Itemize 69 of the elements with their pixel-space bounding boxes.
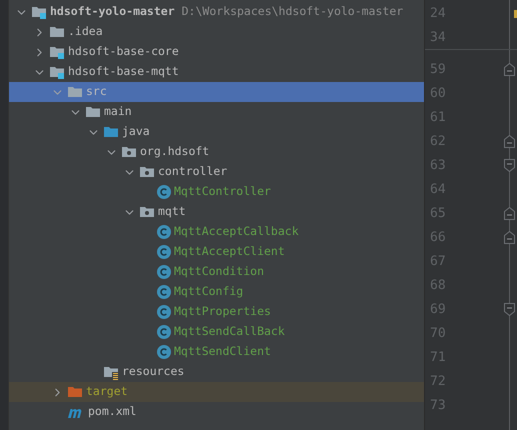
tree-row[interactable]: hdsoft-base-mqtt — [9, 62, 424, 82]
module-folder-icon — [49, 44, 65, 60]
tree-row[interactable]: hdsoft-yolo-master D:\Workspaces\hdsoft-yolo-master — [9, 2, 424, 22]
class-icon — [157, 245, 171, 259]
item-name: pom.xml — [88, 403, 136, 420]
class-icon — [157, 265, 171, 279]
item-name: org.hdsoft — [140, 143, 210, 160]
class-icon — [157, 345, 171, 359]
tree-row[interactable]: MqttSendCallBack — [9, 322, 424, 342]
item-name: MqttSendCallBack — [174, 323, 285, 340]
item-name: MqttSendClient — [174, 343, 271, 360]
item-name: mqtt — [158, 203, 186, 220]
package-icon — [139, 204, 155, 220]
tree-row[interactable]: MqttAcceptCallback — [9, 222, 424, 242]
tree-row[interactable]: hdsoft-base-core — [9, 42, 424, 62]
fold-marker-icon[interactable] — [504, 135, 515, 148]
item-name: MqttAcceptClient — [174, 243, 285, 260]
resources-folder-icon — [103, 364, 119, 380]
fold-marker-icon[interactable] — [504, 303, 515, 316]
fold-marker-icon[interactable] — [504, 159, 515, 172]
item-name: .idea — [68, 23, 103, 40]
module-folder-icon — [49, 64, 65, 80]
class-icon — [157, 325, 171, 339]
project-path: D:\Workspaces\hdsoft-yolo-master — [182, 3, 404, 20]
class-icon — [157, 225, 171, 239]
class-icon — [157, 305, 171, 319]
class-icon — [157, 285, 171, 299]
fold-marker-icon[interactable] — [504, 207, 515, 220]
tree-row[interactable]: mqtt — [9, 202, 424, 222]
item-name: MqttProperties — [174, 303, 271, 320]
tree-row[interactable]: target — [9, 382, 424, 402]
item-name: hdsoft-base-core — [68, 43, 179, 60]
tree-row[interactable]: MqttCondition — [9, 262, 424, 282]
module-folder-icon — [31, 4, 47, 20]
item-name: MqttAcceptCallback — [174, 223, 299, 240]
folder-icon — [49, 24, 65, 40]
class-icon — [157, 185, 171, 199]
folder-icon — [85, 104, 101, 120]
tree-row[interactable]: MqttAcceptClient — [9, 242, 424, 262]
fold-marker-icon[interactable] — [504, 231, 515, 244]
item-name: MqttController — [174, 183, 271, 200]
item-name: hdsoft-base-mqtt — [68, 63, 179, 80]
tree-row[interactable]: pom.xml — [9, 402, 424, 422]
tree-row[interactable]: MqttSendClient — [9, 342, 424, 362]
tree-row[interactable]: resources — [9, 362, 424, 382]
tree-row[interactable]: MqttConfig — [9, 282, 424, 302]
tree-row[interactable]: java — [9, 122, 424, 142]
tree-row[interactable]: org.hdsoft — [9, 142, 424, 162]
tree-row[interactable]: controller — [9, 162, 424, 182]
change-marker — [514, 10, 517, 18]
item-name: controller — [158, 163, 228, 180]
fold-marker-icon[interactable] — [504, 63, 515, 76]
item-name: target — [86, 383, 128, 400]
item-name: MqttCondition — [174, 263, 264, 280]
package-icon — [121, 144, 137, 160]
item-name: resources — [122, 363, 184, 380]
item-name: java — [122, 123, 150, 140]
tree-row[interactable]: main — [9, 102, 424, 122]
item-name: main — [104, 103, 132, 120]
folder-icon — [67, 384, 83, 400]
folder-icon — [103, 124, 119, 140]
tree-row[interactable]: MqttProperties — [9, 302, 424, 322]
item-name: src — [86, 83, 107, 100]
item-name: MqttConfig — [174, 283, 244, 300]
folder-icon — [67, 84, 83, 100]
package-icon — [139, 164, 155, 180]
tree-row[interactable]: .idea — [9, 22, 424, 42]
item-name: hdsoft-yolo-master — [50, 3, 175, 20]
tree-row[interactable]: MqttController — [9, 182, 424, 202]
